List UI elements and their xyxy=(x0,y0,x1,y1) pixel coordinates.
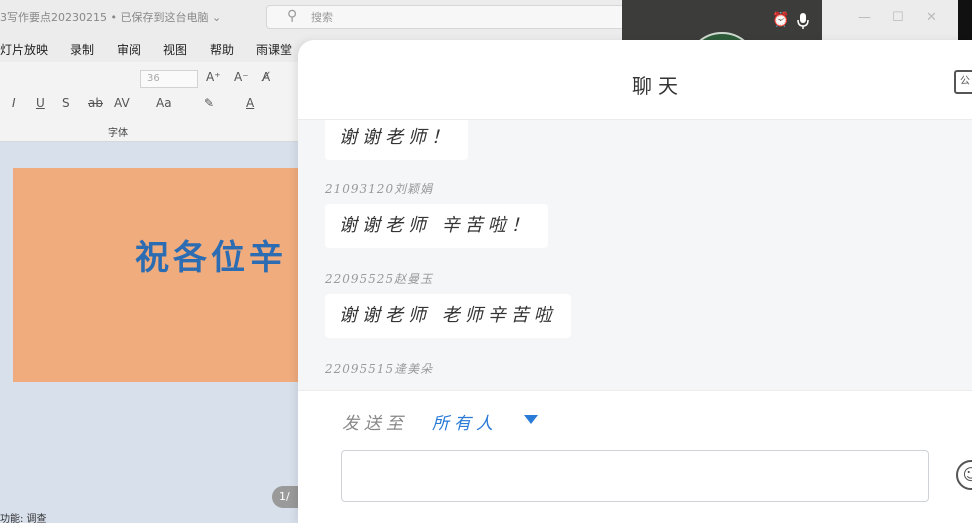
message-sender: 21093120刘颖娟 xyxy=(325,182,434,196)
message-sender: 22095525赵曼玉 xyxy=(325,272,434,286)
message-list[interactable]: 谢谢老师！ 21093120刘颖娟 谢谢老师 辛苦啦！ 22095525赵曼玉 … xyxy=(298,120,972,390)
close-icon[interactable]: ✕ xyxy=(926,10,937,25)
message-sender: 22095515逄美朵 xyxy=(325,362,434,376)
chat-title: 聊天 xyxy=(632,74,684,98)
window-controls: — ☐ ✕ xyxy=(822,0,958,42)
chat-panel: 聊天 公 谢谢老师！ 21093120刘颖娟 谢谢老师 辛苦啦！ 2209552… xyxy=(298,40,972,523)
emoji-icon[interactable]: ☺ xyxy=(956,460,972,490)
alarm-clock-icon[interactable]: ⏰ xyxy=(772,12,790,30)
italic-icon[interactable]: I xyxy=(12,96,16,110)
font-color-icon[interactable]: A xyxy=(246,96,254,110)
page-indicator: 1/ xyxy=(272,486,300,508)
underline-icon[interactable]: U xyxy=(36,96,45,110)
caret-down-icon[interactable] xyxy=(524,415,538,424)
tab-rain-classroom[interactable]: 雨课堂 xyxy=(256,41,292,58)
ribbon-font-group: 36 A⁺ A⁻ A̸ I U S ab AV Aa ✎ A 字体 xyxy=(0,62,300,142)
slide-title-text: 祝各位辛 xyxy=(135,238,287,278)
strikethrough-icon[interactable]: ab xyxy=(88,96,103,110)
status-bar: 功能: 调查 xyxy=(0,514,47,523)
grow-font-icon[interactable]: A⁺ xyxy=(206,70,221,84)
tab-review[interactable]: 审阅 xyxy=(117,41,141,58)
tab-help[interactable]: 帮助 xyxy=(210,41,234,58)
tab-slideshow[interactable]: 灯片放映 xyxy=(0,41,48,58)
message-composer: 发送至 所有人 ☺ xyxy=(298,390,972,523)
slide-canvas[interactable]: 祝各位辛 xyxy=(13,168,313,382)
maximize-icon[interactable]: ☐ xyxy=(892,10,904,25)
chat-header: 聊天 公 xyxy=(298,40,972,120)
tab-view[interactable]: 视图 xyxy=(163,41,187,58)
shadow-icon[interactable]: S xyxy=(62,96,70,110)
char-spacing-icon[interactable]: AV xyxy=(114,96,130,110)
document-title: 3写作要点20230215 • 已保存到这台电脑 ⌄ xyxy=(0,11,222,24)
font-group-label: 字体 xyxy=(108,128,128,139)
announcement-icon[interactable]: 公 xyxy=(954,70,972,94)
message-input[interactable] xyxy=(341,450,929,502)
search-icon: ⚲ xyxy=(287,8,298,24)
minimize-icon[interactable]: — xyxy=(858,10,871,25)
message-bubble: 谢谢老师！ xyxy=(325,120,468,160)
recipient-select[interactable]: 所有人 xyxy=(432,409,498,434)
search-box[interactable]: ⚲ xyxy=(266,5,626,29)
message-bubble: 谢谢老师 辛苦啦！ xyxy=(325,204,548,248)
video-call-strip: ⏰ xyxy=(622,0,822,72)
change-case-icon[interactable]: Aa xyxy=(156,96,172,110)
clear-format-icon[interactable]: A̸ xyxy=(262,70,270,84)
highlight-icon[interactable]: ✎ xyxy=(204,96,214,110)
shrink-font-icon[interactable]: A⁻ xyxy=(234,70,249,84)
screen-edge xyxy=(958,0,972,42)
search-input[interactable] xyxy=(311,9,511,25)
send-to-label: 发送至 xyxy=(342,414,408,434)
microphone-icon[interactable] xyxy=(796,12,810,30)
slide-editor: 祝各位辛 1/ xyxy=(0,142,313,523)
tab-record[interactable]: 录制 xyxy=(70,41,94,58)
message-bubble: 谢谢老师 老师辛苦啦 xyxy=(325,294,571,338)
font-size-select[interactable]: 36 xyxy=(140,70,198,88)
